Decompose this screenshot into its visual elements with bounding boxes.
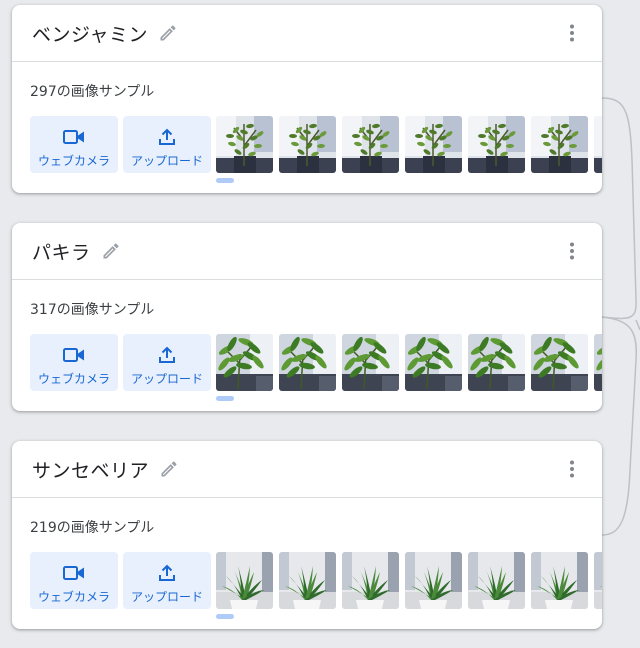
webcam-label: ウェブカメラ bbox=[37, 372, 110, 386]
class-card-header: パキラ bbox=[12, 223, 602, 280]
sample-thumbnails[interactable] bbox=[216, 552, 602, 609]
class-name[interactable]: パキラ bbox=[32, 238, 91, 265]
sample-image[interactable] bbox=[279, 116, 336, 173]
sample-image[interactable] bbox=[279, 334, 336, 391]
sample-image[interactable] bbox=[468, 116, 525, 173]
sample-image[interactable] bbox=[405, 116, 462, 173]
upload-icon bbox=[158, 345, 176, 365]
pencil-icon[interactable] bbox=[158, 458, 180, 480]
sample-image[interactable] bbox=[468, 552, 525, 609]
sample-image[interactable] bbox=[594, 116, 602, 173]
upload-icon bbox=[158, 127, 176, 147]
sample-image[interactable] bbox=[468, 334, 525, 391]
class-card-header: ベンジャミン bbox=[12, 5, 602, 62]
sample-image[interactable] bbox=[594, 552, 602, 609]
sample-image[interactable] bbox=[531, 116, 588, 173]
more-vert-icon[interactable] bbox=[561, 240, 583, 262]
upload-label: アップロード bbox=[130, 154, 203, 168]
upload-icon bbox=[158, 563, 176, 583]
sample-image[interactable] bbox=[216, 116, 273, 173]
scroll-indicator[interactable] bbox=[216, 396, 234, 401]
upload-button[interactable]: アップロード bbox=[123, 552, 211, 609]
class-name[interactable]: ベンジャミン bbox=[32, 20, 148, 47]
webcam-label: ウェブカメラ bbox=[37, 154, 110, 168]
scroll-indicator[interactable] bbox=[216, 614, 234, 619]
sample-image[interactable] bbox=[216, 334, 273, 391]
webcam-label: ウェブカメラ bbox=[37, 590, 110, 604]
upload-button[interactable]: アップロード bbox=[123, 116, 211, 173]
webcam-button[interactable]: ウェブカメラ bbox=[30, 334, 118, 391]
webcam-button[interactable]: ウェブカメラ bbox=[30, 552, 118, 609]
sample-image[interactable] bbox=[594, 334, 602, 391]
more-vert-icon[interactable] bbox=[561, 458, 583, 480]
videocam-icon bbox=[63, 127, 85, 147]
sample-image[interactable] bbox=[405, 552, 462, 609]
videocam-icon bbox=[63, 563, 85, 583]
sample-thumbnails[interactable] bbox=[216, 116, 602, 173]
videocam-icon bbox=[63, 345, 85, 365]
upload-button[interactable]: アップロード bbox=[123, 334, 211, 391]
sample-image[interactable] bbox=[279, 552, 336, 609]
pencil-icon[interactable] bbox=[157, 22, 179, 44]
scroll-indicator[interactable] bbox=[216, 178, 234, 183]
class-card-header: サンセベリア bbox=[12, 441, 602, 498]
upload-label: アップロード bbox=[130, 590, 203, 604]
sample-image[interactable] bbox=[342, 334, 399, 391]
sample-image[interactable] bbox=[531, 334, 588, 391]
sample-count: 317の画像サンプル bbox=[30, 302, 155, 318]
sample-image[interactable] bbox=[216, 552, 273, 609]
pencil-icon[interactable] bbox=[100, 240, 122, 262]
class-card: パキラ 317の画像サンプル ウェブカメラ アップロード bbox=[12, 223, 602, 411]
webcam-button[interactable]: ウェブカメラ bbox=[30, 116, 118, 173]
class-card: ベンジャミン 297の画像サンプル ウェブカメラ アップロード bbox=[12, 5, 602, 193]
class-card: サンセベリア 219の画像サンプル ウェブカメラ アップロード bbox=[12, 441, 602, 629]
class-name[interactable]: サンセベリア bbox=[32, 456, 149, 483]
sample-image[interactable] bbox=[531, 552, 588, 609]
sample-count: 219の画像サンプル bbox=[30, 520, 155, 536]
sample-count: 297の画像サンプル bbox=[30, 84, 155, 100]
sample-image[interactable] bbox=[342, 552, 399, 609]
sample-thumbnails[interactable] bbox=[216, 334, 602, 391]
upload-label: アップロード bbox=[130, 372, 203, 386]
more-vert-icon[interactable] bbox=[561, 22, 583, 44]
sample-image[interactable] bbox=[342, 116, 399, 173]
sample-image[interactable] bbox=[405, 334, 462, 391]
